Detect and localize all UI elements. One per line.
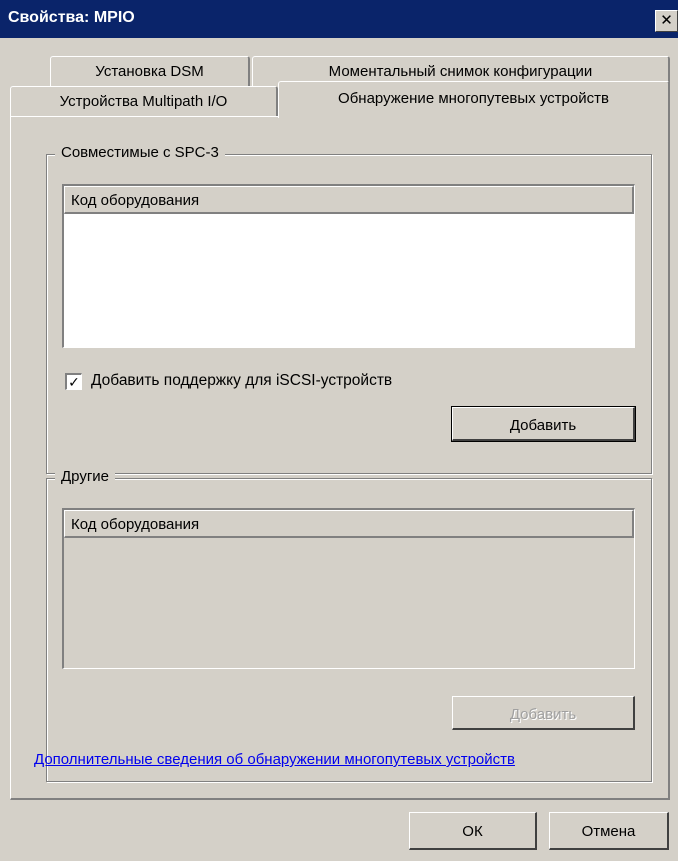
close-icon: ✕ xyxy=(660,12,673,29)
spc3-add-button[interactable]: Добавить xyxy=(451,406,636,442)
other-devices-group: Другие Код оборудования Добавить xyxy=(46,468,652,782)
column-header-hardware-id[interactable]: Код оборудования xyxy=(64,510,634,538)
checkbox-label: Добавить поддержку для iSCSI-устройств xyxy=(91,372,393,389)
mpio-properties-dialog: Свойства: MPIO ✕ Установка DSM Моменталь… xyxy=(0,0,678,861)
tab-page-discovery: Совместимые с SPC-3 Код оборудования ✓ Д… xyxy=(10,116,670,800)
spc3-hardware-list[interactable]: Код оборудования xyxy=(62,184,635,348)
window-title: Свойства: MPIO xyxy=(8,9,135,26)
tab-label: Установка DSM xyxy=(95,63,204,80)
tab-dsm-install[interactable]: Установка DSM xyxy=(50,56,250,88)
tab-label: Обнаружение многопутевых устройств xyxy=(338,90,609,107)
cancel-button[interactable]: Отмена xyxy=(549,812,669,850)
title-bar: Свойства: MPIO ✕ xyxy=(0,0,678,38)
tab-multipath-discovery[interactable]: Обнаружение многопутевых устройств xyxy=(278,81,670,118)
group-title: Другие xyxy=(55,468,116,485)
multipath-discovery-help-link[interactable]: Дополнительные сведения об обнаружении м… xyxy=(34,751,515,768)
column-header-hardware-id[interactable]: Код оборудования xyxy=(64,186,634,214)
other-add-button: Добавить xyxy=(452,696,635,730)
tab-label: Моментальный снимок конфигурации xyxy=(328,63,593,80)
spc3-compatible-group: Совместимые с SPC-3 Код оборудования ✓ Д… xyxy=(46,144,652,474)
tab-multipath-devices[interactable]: Устройства Multipath I/O xyxy=(10,86,278,118)
iscsi-support-checkbox[interactable]: ✓ xyxy=(65,373,82,390)
ok-button[interactable]: ОК xyxy=(409,812,537,850)
tab-label: Устройства Multipath I/O xyxy=(59,93,228,110)
other-hardware-list[interactable]: Код оборудования xyxy=(62,508,635,669)
checkmark-icon: ✓ xyxy=(68,374,80,390)
close-button[interactable]: ✕ xyxy=(655,10,678,32)
group-title: Совместимые с SPC-3 xyxy=(55,144,225,161)
